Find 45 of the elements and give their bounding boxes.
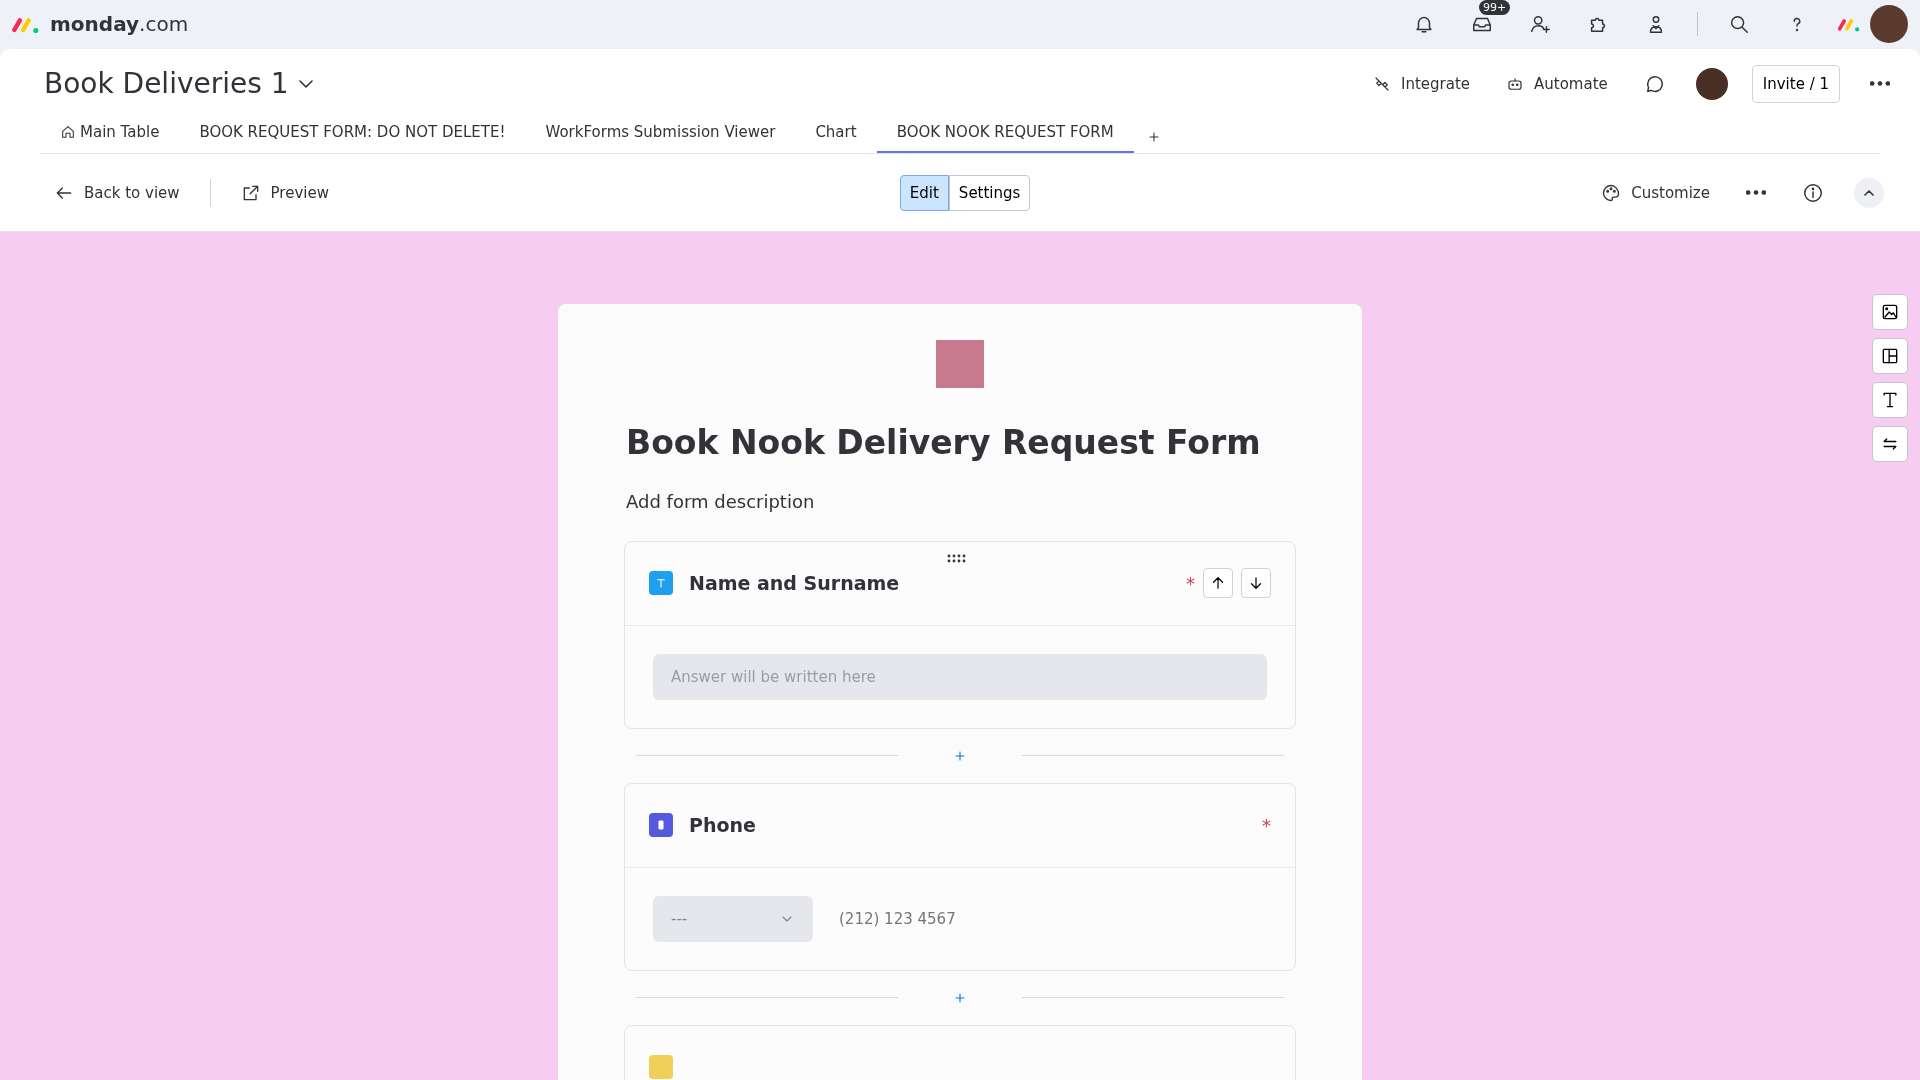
user-avatar[interactable]	[1870, 5, 1908, 44]
palette-icon	[1601, 182, 1622, 203]
photo-placeholder	[936, 340, 984, 389]
brand-name: monday.com	[50, 11, 189, 39]
more-icon	[1746, 190, 1766, 196]
phone-field[interactable]: (212) 123 4567	[837, 906, 1137, 931]
question-label[interactable]: Name and Surname	[689, 569, 900, 598]
add-text-button[interactable]	[1872, 382, 1908, 419]
invite-members-icon	[1529, 13, 1551, 36]
more-icon	[1870, 81, 1890, 87]
invite-button[interactable]: Invite / 1	[1751, 64, 1840, 103]
collapse-icon	[1864, 189, 1874, 196]
question-card[interactable]: Phone * --- (212) 123 4567	[624, 782, 1296, 971]
back-to-view-button[interactable]: Back to view	[48, 180, 186, 205]
automate-button[interactable]: Automate	[1500, 71, 1614, 96]
board-tab[interactable]: Main Table	[40, 112, 180, 154]
customize-button[interactable]: Customize	[1595, 180, 1716, 205]
board-tab[interactable]: BOOK REQUEST FORM: DO NOT DELETE!	[179, 112, 526, 154]
info-icon	[1802, 181, 1824, 204]
chevron-down-icon	[298, 79, 313, 88]
board-tab[interactable]: BOOK NOOK REQUEST FORM	[876, 112, 1134, 154]
question-card[interactable]: Name and Surname * Answer will be written here	[624, 540, 1296, 729]
swap-button[interactable]	[1872, 426, 1908, 463]
user-avatar[interactable]	[1695, 67, 1728, 100]
notification-count: 99+	[1479, 0, 1511, 16]
board-tab[interactable]: WorkForms Submission Viewer	[525, 112, 796, 154]
required-mark: *	[1262, 813, 1271, 838]
drag-handle-icon[interactable]	[947, 553, 966, 563]
mode-tab[interactable]: Edit	[899, 174, 949, 211]
question-label[interactable]: Phone	[689, 811, 756, 840]
move-up-button[interactable]	[1203, 568, 1233, 599]
layout-button[interactable]	[1872, 338, 1908, 375]
preview-button[interactable]: Preview	[234, 180, 335, 205]
collapse-button[interactable]	[1854, 177, 1884, 208]
form-description[interactable]: Add form description	[626, 487, 1294, 515]
mode-tab[interactable]: Settings	[948, 174, 1031, 211]
required-mark: *	[1186, 571, 1195, 596]
search-icon	[1728, 13, 1750, 36]
integrate-button[interactable]: Integrate	[1367, 71, 1477, 96]
form-title[interactable]: Book Nook Delivery Request Form	[626, 418, 1294, 468]
answer-field[interactable]: Answer will be written here	[653, 653, 1267, 700]
add-image-button[interactable]	[1872, 294, 1908, 331]
board-tab[interactable]: Chart	[795, 112, 877, 154]
board-title[interactable]: Book Deliveries 1	[44, 62, 289, 105]
move-down-button[interactable]	[1241, 568, 1271, 599]
